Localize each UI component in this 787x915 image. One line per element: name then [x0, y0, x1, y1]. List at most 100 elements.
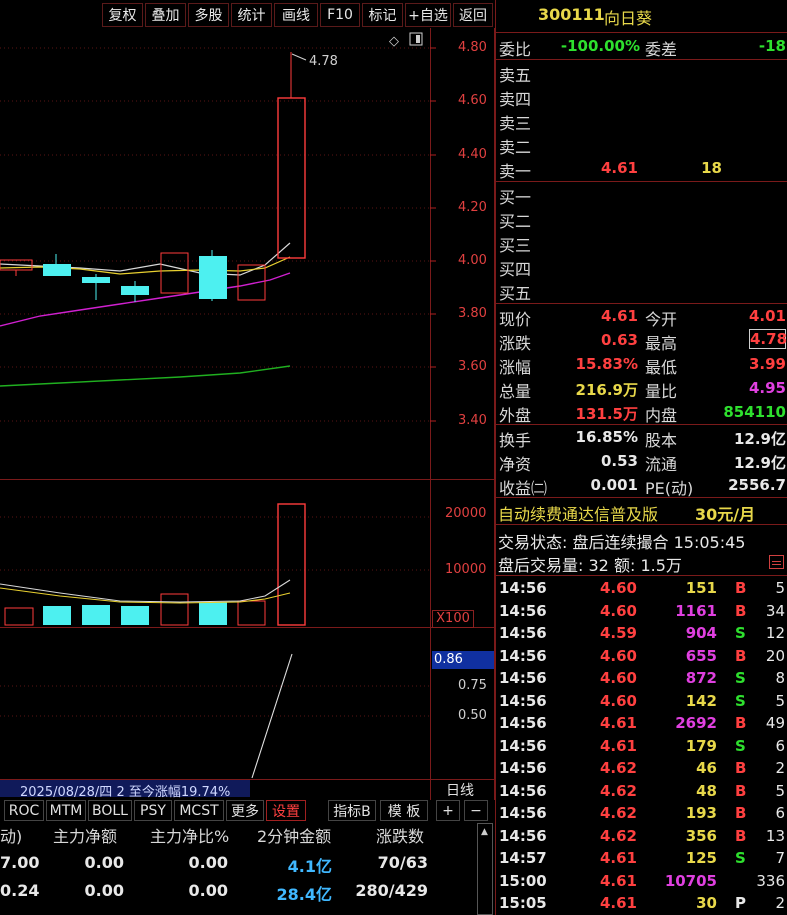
trade-price: 4.61 — [599, 736, 637, 755]
bt-cell: 28.4亿 — [276, 885, 332, 904]
tab-settings[interactable]: 设置 — [266, 800, 306, 821]
ad-price[interactable]: 30元/月 — [695, 501, 755, 525]
candles — [0, 52, 306, 302]
sell4-label: 卖四 — [499, 90, 532, 109]
toolbar-duogu-button[interactable]: 多股 — [188, 3, 229, 27]
tab-indicator-b[interactable]: 指标B — [328, 800, 376, 821]
trade-time: 14:56 — [499, 804, 547, 822]
trade-time: 14:56 — [499, 826, 547, 845]
trade-time: 14:56 — [499, 646, 547, 665]
bottom-table-scrollbar[interactable]: ▲ — [477, 823, 493, 915]
sell1-volume: 18 — [701, 159, 722, 177]
toolbar-diejia-button[interactable]: 叠加 — [145, 3, 186, 27]
tab-roc[interactable]: ROC — [4, 800, 44, 821]
volume-bars — [4, 503, 306, 626]
trade-row: 14:56 4.62 356 B 13 — [497, 826, 787, 848]
tab-mcst[interactable]: MCST — [174, 800, 224, 821]
weicha-value: -18 — [758, 37, 786, 55]
quote-label: 外盘 — [499, 406, 532, 425]
float-shares: 12.9亿 — [733, 454, 786, 472]
quote-label: 净资 — [499, 455, 532, 474]
trade-volume: 125 — [685, 849, 717, 867]
turnover-rate: 16.85% — [575, 428, 638, 446]
trade-price: 4.60 — [599, 669, 637, 687]
price-tick-360: 3.60 — [458, 359, 487, 374]
trade-side: B — [735, 714, 747, 732]
high-price: 4.78 — [749, 329, 787, 349]
ind-tick-075: 0.75 — [458, 678, 487, 693]
sell1-price: 4.61 — [600, 159, 638, 177]
toolbar-huaxian-button[interactable]: 画线 — [274, 3, 318, 27]
price-tick-480: 4.80 — [458, 40, 487, 55]
ad-text[interactable]: 自动续费通达信普及版 — [498, 501, 658, 525]
toolbar-biaoji-button[interactable]: 标记 — [362, 3, 403, 27]
trade-price: 4.61 — [599, 714, 637, 732]
trade-price: 4.60 — [599, 601, 637, 620]
remove-button[interactable]: − — [464, 800, 488, 821]
change-value: 0.63 — [600, 331, 638, 349]
add-button[interactable]: + — [436, 800, 460, 821]
trade-count: 12 — [765, 624, 785, 642]
bt-cell: 4.1亿 — [287, 857, 332, 876]
bt-cell: 0.00 — [188, 853, 228, 872]
trade-volume: 151 — [685, 579, 717, 597]
bt-header-3: 2分钟金额 — [257, 827, 332, 846]
trade-side: S — [735, 849, 746, 867]
trade-count: 336 — [756, 871, 785, 890]
period-label[interactable]: 日线 — [446, 780, 474, 800]
trade-count: 2 — [775, 759, 785, 777]
bt-cell: 0.00 — [84, 881, 124, 900]
trade-volume: 356 — [685, 826, 717, 845]
toolbar-fanhui-button[interactable]: 返回 — [453, 3, 493, 27]
trade-count: 5 — [775, 691, 785, 710]
trade-side: S — [735, 691, 746, 710]
trade-count: 13 — [765, 826, 785, 845]
trade-price: 4.62 — [599, 804, 637, 822]
tab-template[interactable]: 模 板 — [380, 800, 428, 821]
tab-boll[interactable]: BOLL — [88, 800, 132, 821]
trade-time: 14:56 — [499, 714, 547, 732]
kline-chart[interactable]: 4.78 ◇ — [0, 28, 495, 800]
trade-count: 5 — [775, 781, 785, 800]
trade-side: P — [735, 894, 746, 912]
quote-label: 股本 — [645, 431, 678, 450]
tab-more[interactable]: 更多 — [226, 800, 264, 821]
quote-label: 现价 — [499, 310, 532, 329]
scroll-up-icon[interactable]: ▲ — [481, 827, 488, 837]
bt-cell: 280/429 — [355, 881, 428, 900]
trade-count: 2 — [775, 894, 785, 912]
diamond-icon[interactable]: ◇ — [389, 34, 399, 49]
weibi-value: -100.00% — [560, 37, 640, 55]
tab-psy[interactable]: PSY — [134, 800, 172, 821]
price-tick-340: 3.40 — [458, 413, 487, 428]
trade-side: B — [735, 804, 747, 822]
trade-time: 14:56 — [499, 624, 547, 642]
toolbar-f10-button[interactable]: F10 — [320, 3, 360, 27]
bt-header-1: 主力净额 — [53, 827, 118, 846]
bt-cell: 0.00 — [188, 881, 228, 900]
trade-row: 14:56 4.59 904 S 12 — [497, 623, 787, 645]
vol-label: 盘后交易量: — [498, 556, 584, 575]
toolbar-fuquan-button[interactable]: 复权 — [102, 3, 143, 27]
trade-price: 4.60 — [599, 579, 637, 597]
trade-side: S — [735, 624, 746, 642]
net-assets: 0.53 — [600, 452, 638, 470]
trade-side: B — [735, 759, 747, 777]
trade-price: 4.62 — [599, 759, 637, 777]
trade-count: 7 — [775, 849, 785, 867]
trade-side: S — [735, 736, 746, 755]
trade-row: 14:56 4.62 46 B 2 — [497, 758, 787, 780]
expand-icon[interactable] — [769, 555, 784, 569]
buy1-label: 买一 — [499, 188, 532, 207]
toolbar-zixuan-button[interactable]: +自选 — [405, 3, 451, 27]
trade-count: 8 — [775, 669, 785, 687]
toolbar-tongji-button[interactable]: 统计 — [231, 3, 272, 27]
trade-volume: 142 — [685, 691, 717, 710]
trade-side: S — [735, 669, 746, 687]
tab-mtm[interactable]: MTM — [46, 800, 86, 821]
outer-volume: 131.5万 — [575, 405, 638, 423]
buy5-label: 买五 — [499, 284, 532, 303]
quote-label: 涨跌 — [499, 334, 532, 353]
trade-row: 14:56 4.60 151 B 5 — [497, 578, 787, 600]
quote-label: 今开 — [645, 310, 678, 329]
